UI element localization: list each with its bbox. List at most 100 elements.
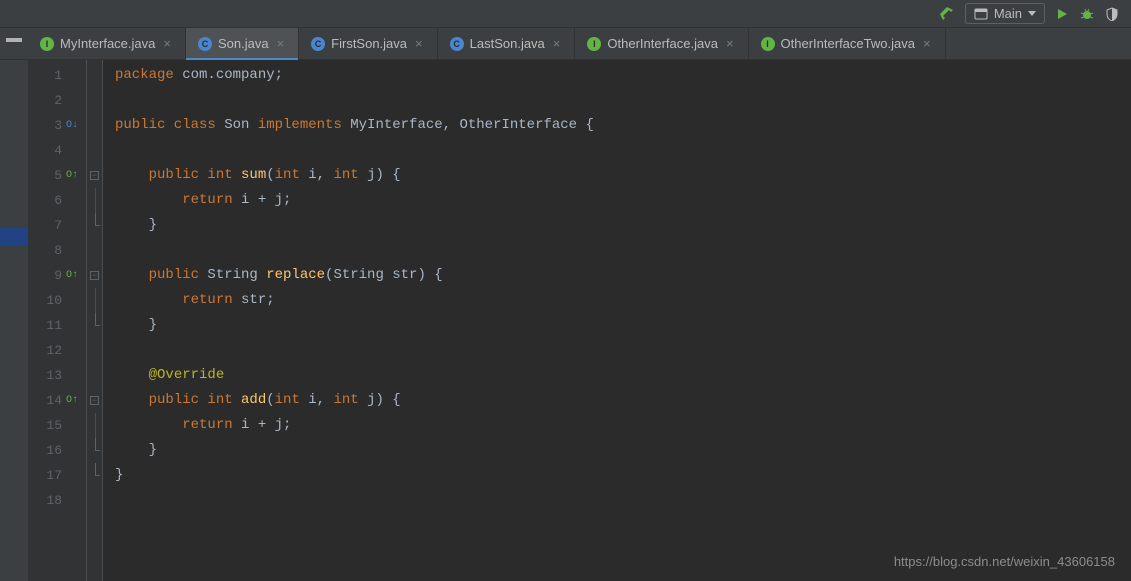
gutter-line: 18 (28, 488, 86, 513)
line-number: 12 (46, 343, 62, 358)
close-icon[interactable]: × (275, 36, 287, 51)
code-line[interactable]: package com.company; (115, 63, 1131, 88)
code-line[interactable]: return str; (115, 288, 1131, 313)
tab-label: MyInterface.java (60, 36, 155, 51)
fold-end-icon (90, 321, 99, 330)
fold-end-icon (90, 471, 99, 480)
implements-marker-icon[interactable]: O↑ (66, 270, 78, 281)
code-line[interactable] (115, 238, 1131, 263)
tab-label: Son.java (218, 36, 269, 51)
fold-toggle-icon[interactable]: − (90, 171, 99, 180)
code-content[interactable]: package com.company; public class Son im… (103, 60, 1131, 581)
gutter-line: 15 (28, 413, 86, 438)
line-number: 4 (54, 143, 62, 158)
code-line[interactable] (115, 88, 1131, 113)
fold-cell: − (87, 163, 102, 188)
debug-icon[interactable] (1079, 6, 1095, 22)
editor-tabs: IMyInterface.java×CSon.java×CFirstSon.ja… (0, 28, 1131, 60)
code-line[interactable]: public class Son implements MyInterface,… (115, 113, 1131, 138)
close-icon[interactable]: × (551, 36, 563, 51)
implements-marker-icon[interactable]: O↑ (66, 395, 78, 406)
fold-cell (87, 413, 102, 438)
line-number: 17 (46, 468, 62, 483)
left-tool-stripe (0, 60, 28, 581)
tab-lastson[interactable]: CLastSon.java× (438, 28, 576, 59)
fold-toggle-icon[interactable]: − (90, 396, 99, 405)
fold-end-icon (90, 446, 99, 455)
fold-cell (87, 238, 102, 263)
line-number: 7 (54, 218, 62, 233)
coverage-icon[interactable] (1105, 7, 1119, 21)
code-line[interactable]: return i + j; (115, 413, 1131, 438)
line-number: 1 (54, 68, 62, 83)
tab-firstson[interactable]: CFirstSon.java× (299, 28, 437, 59)
implements-marker-icon[interactable]: O↑ (66, 170, 78, 181)
interface-icon: I (587, 37, 601, 51)
fold-cell (87, 188, 102, 213)
override-marker-icon[interactable]: O↓ (66, 120, 78, 131)
gutter-line: 2 (28, 88, 86, 113)
class-icon: C (198, 37, 212, 51)
line-number: 10 (46, 293, 62, 308)
run-config-selector[interactable]: Main (965, 3, 1045, 24)
code-line[interactable]: public int sum(int i, int j) { (115, 163, 1131, 188)
fold-cell (87, 213, 102, 238)
tab-label: LastSon.java (470, 36, 545, 51)
tab-myinterface[interactable]: IMyInterface.java× (28, 28, 186, 59)
line-number: 18 (46, 493, 62, 508)
tab-otherinterfacetwo[interactable]: I OtherInterfaceTwo.java × (749, 28, 946, 59)
fold-toggle-icon[interactable]: − (90, 271, 99, 280)
code-line[interactable]: } (115, 463, 1131, 488)
tab-label: OtherInterfaceTwo.java (781, 36, 915, 51)
code-line[interactable]: } (115, 213, 1131, 238)
gutter-line: 13 (28, 363, 86, 388)
tab-label: OtherInterface.java (607, 36, 718, 51)
application-icon (974, 7, 988, 21)
fold-cell (87, 288, 102, 313)
interface-icon: I (761, 37, 775, 51)
code-line[interactable] (115, 338, 1131, 363)
close-icon[interactable]: × (161, 36, 173, 51)
left-stripe-marker[interactable] (0, 228, 28, 246)
code-line[interactable]: @Override (115, 363, 1131, 388)
line-number: 14 (46, 393, 62, 408)
fold-cell (87, 438, 102, 463)
code-line[interactable]: } (115, 438, 1131, 463)
fold-cell (87, 463, 102, 488)
line-number: 2 (54, 93, 62, 108)
editor-area: 123O↓45O↑6789O↑1011121314O↑15161718 −−− … (28, 60, 1131, 581)
line-number: 8 (54, 243, 62, 258)
fold-cell (87, 113, 102, 138)
tab-son[interactable]: C Son.java × (186, 28, 299, 59)
tool-window-handle[interactable] (6, 38, 22, 42)
code-line[interactable] (115, 138, 1131, 163)
code-line[interactable]: return i + j; (115, 188, 1131, 213)
tab-label: FirstSon.java (331, 36, 407, 51)
tab-otherinterface[interactable]: I OtherInterface.java × (575, 28, 748, 59)
build-icon[interactable] (939, 6, 955, 22)
gutter-line: 17 (28, 463, 86, 488)
line-number: 16 (46, 443, 62, 458)
line-number: 11 (46, 318, 62, 333)
gutter-line: 5O↑ (28, 163, 86, 188)
fold-cell (87, 363, 102, 388)
run-config-label: Main (994, 6, 1022, 21)
fold-cell: − (87, 263, 102, 288)
code-line[interactable]: public int add(int i, int j) { (115, 388, 1131, 413)
toolbar: Main (0, 0, 1131, 28)
gutter-line: 3O↓ (28, 113, 86, 138)
close-icon[interactable]: × (724, 36, 736, 51)
code-line[interactable]: } (115, 313, 1131, 338)
code-line[interactable]: public String replace(String str) { (115, 263, 1131, 288)
code-line[interactable] (115, 488, 1131, 513)
close-icon[interactable]: × (921, 36, 933, 51)
gutter-line: 6 (28, 188, 86, 213)
close-icon[interactable]: × (413, 36, 425, 51)
line-number-gutter: 123O↓45O↑6789O↑1011121314O↑15161718 (28, 60, 87, 581)
fold-cell (87, 338, 102, 363)
fold-cell (87, 313, 102, 338)
fold-cell (87, 88, 102, 113)
run-icon[interactable] (1055, 7, 1069, 21)
fold-cell (87, 63, 102, 88)
gutter-line: 10 (28, 288, 86, 313)
